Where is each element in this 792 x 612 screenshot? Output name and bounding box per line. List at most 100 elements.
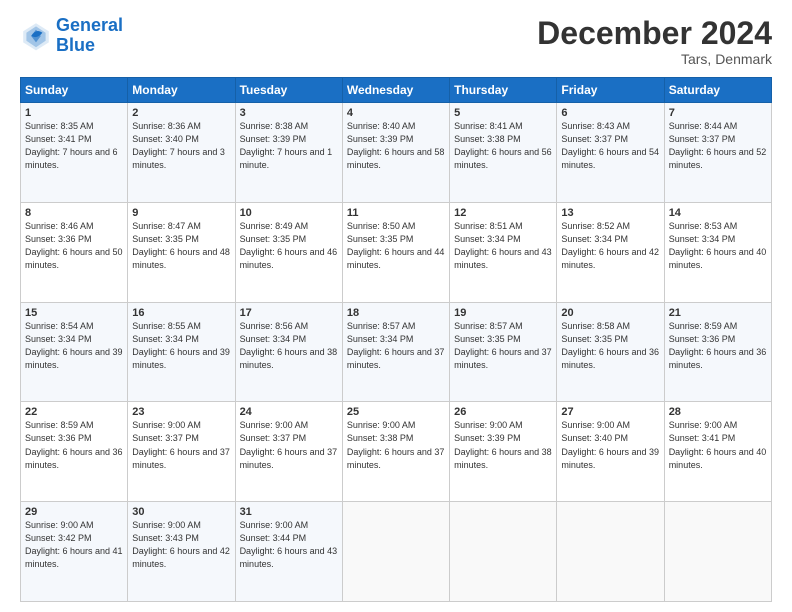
day-cell: 3Sunrise: 8:38 AM Sunset: 3:39 PM Daylig… (235, 103, 342, 203)
day-cell: 6Sunrise: 8:43 AM Sunset: 3:37 PM Daylig… (557, 103, 664, 203)
day-content: Sunrise: 8:49 AM Sunset: 3:35 PM Dayligh… (240, 220, 338, 272)
day-header-friday: Friday (557, 78, 664, 103)
day-cell: 4Sunrise: 8:40 AM Sunset: 3:39 PM Daylig… (342, 103, 449, 203)
day-number: 17 (240, 307, 338, 319)
day-number: 7 (669, 107, 767, 119)
day-number: 4 (347, 107, 445, 119)
day-number: 24 (240, 406, 338, 418)
day-cell (450, 502, 557, 602)
header: General Blue December 2024 Tars, Denmark (20, 16, 772, 67)
day-number: 11 (347, 207, 445, 219)
day-content: Sunrise: 8:50 AM Sunset: 3:35 PM Dayligh… (347, 220, 445, 272)
day-content: Sunrise: 8:58 AM Sunset: 3:35 PM Dayligh… (561, 320, 659, 372)
day-number: 8 (25, 207, 123, 219)
header-row: SundayMondayTuesdayWednesdayThursdayFrid… (21, 78, 772, 103)
day-content: Sunrise: 8:55 AM Sunset: 3:34 PM Dayligh… (132, 320, 230, 372)
day-content: Sunrise: 8:35 AM Sunset: 3:41 PM Dayligh… (25, 120, 123, 172)
day-header-thursday: Thursday (450, 78, 557, 103)
week-row-5: 29Sunrise: 9:00 AM Sunset: 3:42 PM Dayli… (21, 502, 772, 602)
day-number: 13 (561, 207, 659, 219)
day-number: 31 (240, 506, 338, 518)
day-cell: 24Sunrise: 9:00 AM Sunset: 3:37 PM Dayli… (235, 402, 342, 502)
logo-icon (20, 20, 52, 52)
day-cell: 16Sunrise: 8:55 AM Sunset: 3:34 PM Dayli… (128, 302, 235, 402)
day-number: 25 (347, 406, 445, 418)
day-content: Sunrise: 8:51 AM Sunset: 3:34 PM Dayligh… (454, 220, 552, 272)
calendar: SundayMondayTuesdayWednesdayThursdayFrid… (20, 77, 772, 602)
day-content: Sunrise: 9:00 AM Sunset: 3:41 PM Dayligh… (669, 419, 767, 471)
day-content: Sunrise: 9:00 AM Sunset: 3:44 PM Dayligh… (240, 519, 338, 571)
day-number: 28 (669, 406, 767, 418)
title-block: December 2024 Tars, Denmark (537, 16, 772, 67)
day-content: Sunrise: 9:00 AM Sunset: 3:39 PM Dayligh… (454, 419, 552, 471)
day-content: Sunrise: 8:36 AM Sunset: 3:40 PM Dayligh… (132, 120, 230, 172)
day-content: Sunrise: 8:57 AM Sunset: 3:34 PM Dayligh… (347, 320, 445, 372)
day-cell: 30Sunrise: 9:00 AM Sunset: 3:43 PM Dayli… (128, 502, 235, 602)
day-number: 14 (669, 207, 767, 219)
day-content: Sunrise: 9:00 AM Sunset: 3:42 PM Dayligh… (25, 519, 123, 571)
day-number: 6 (561, 107, 659, 119)
day-cell: 14Sunrise: 8:53 AM Sunset: 3:34 PM Dayli… (664, 202, 771, 302)
day-cell: 22Sunrise: 8:59 AM Sunset: 3:36 PM Dayli… (21, 402, 128, 502)
subtitle: Tars, Denmark (537, 51, 772, 67)
day-cell: 2Sunrise: 8:36 AM Sunset: 3:40 PM Daylig… (128, 103, 235, 203)
day-cell: 25Sunrise: 9:00 AM Sunset: 3:38 PM Dayli… (342, 402, 449, 502)
day-content: Sunrise: 8:59 AM Sunset: 3:36 PM Dayligh… (669, 320, 767, 372)
day-number: 22 (25, 406, 123, 418)
day-cell: 7Sunrise: 8:44 AM Sunset: 3:37 PM Daylig… (664, 103, 771, 203)
day-content: Sunrise: 9:00 AM Sunset: 3:37 PM Dayligh… (240, 419, 338, 471)
day-content: Sunrise: 8:52 AM Sunset: 3:34 PM Dayligh… (561, 220, 659, 272)
day-cell: 21Sunrise: 8:59 AM Sunset: 3:36 PM Dayli… (664, 302, 771, 402)
day-number: 10 (240, 207, 338, 219)
logo-line1: General (56, 15, 123, 35)
day-number: 12 (454, 207, 552, 219)
day-number: 27 (561, 406, 659, 418)
day-cell: 15Sunrise: 8:54 AM Sunset: 3:34 PM Dayli… (21, 302, 128, 402)
day-cell: 23Sunrise: 9:00 AM Sunset: 3:37 PM Dayli… (128, 402, 235, 502)
day-number: 5 (454, 107, 552, 119)
day-cell: 13Sunrise: 8:52 AM Sunset: 3:34 PM Dayli… (557, 202, 664, 302)
day-cell (664, 502, 771, 602)
day-number: 18 (347, 307, 445, 319)
week-row-4: 22Sunrise: 8:59 AM Sunset: 3:36 PM Dayli… (21, 402, 772, 502)
week-row-2: 8Sunrise: 8:46 AM Sunset: 3:36 PM Daylig… (21, 202, 772, 302)
day-cell: 17Sunrise: 8:56 AM Sunset: 3:34 PM Dayli… (235, 302, 342, 402)
page: General Blue December 2024 Tars, Denmark… (0, 0, 792, 612)
day-cell: 26Sunrise: 9:00 AM Sunset: 3:39 PM Dayli… (450, 402, 557, 502)
day-header-tuesday: Tuesday (235, 78, 342, 103)
day-content: Sunrise: 8:47 AM Sunset: 3:35 PM Dayligh… (132, 220, 230, 272)
day-cell: 29Sunrise: 9:00 AM Sunset: 3:42 PM Dayli… (21, 502, 128, 602)
day-cell: 10Sunrise: 8:49 AM Sunset: 3:35 PM Dayli… (235, 202, 342, 302)
day-cell: 18Sunrise: 8:57 AM Sunset: 3:34 PM Dayli… (342, 302, 449, 402)
day-header-saturday: Saturday (664, 78, 771, 103)
logo-text: General Blue (56, 16, 123, 56)
day-content: Sunrise: 8:57 AM Sunset: 3:35 PM Dayligh… (454, 320, 552, 372)
day-cell: 20Sunrise: 8:58 AM Sunset: 3:35 PM Dayli… (557, 302, 664, 402)
week-row-1: 1Sunrise: 8:35 AM Sunset: 3:41 PM Daylig… (21, 103, 772, 203)
logo: General Blue (20, 16, 123, 56)
day-cell: 19Sunrise: 8:57 AM Sunset: 3:35 PM Dayli… (450, 302, 557, 402)
day-number: 26 (454, 406, 552, 418)
day-content: Sunrise: 8:44 AM Sunset: 3:37 PM Dayligh… (669, 120, 767, 172)
day-content: Sunrise: 8:46 AM Sunset: 3:36 PM Dayligh… (25, 220, 123, 272)
day-number: 30 (132, 506, 230, 518)
day-content: Sunrise: 9:00 AM Sunset: 3:38 PM Dayligh… (347, 419, 445, 471)
day-number: 21 (669, 307, 767, 319)
day-content: Sunrise: 8:53 AM Sunset: 3:34 PM Dayligh… (669, 220, 767, 272)
day-number: 9 (132, 207, 230, 219)
day-content: Sunrise: 8:43 AM Sunset: 3:37 PM Dayligh… (561, 120, 659, 172)
day-header-wednesday: Wednesday (342, 78, 449, 103)
day-cell: 28Sunrise: 9:00 AM Sunset: 3:41 PM Dayli… (664, 402, 771, 502)
day-content: Sunrise: 9:00 AM Sunset: 3:43 PM Dayligh… (132, 519, 230, 571)
day-header-monday: Monday (128, 78, 235, 103)
day-cell (557, 502, 664, 602)
week-row-3: 15Sunrise: 8:54 AM Sunset: 3:34 PM Dayli… (21, 302, 772, 402)
day-number: 20 (561, 307, 659, 319)
day-cell: 31Sunrise: 9:00 AM Sunset: 3:44 PM Dayli… (235, 502, 342, 602)
day-content: Sunrise: 8:40 AM Sunset: 3:39 PM Dayligh… (347, 120, 445, 172)
day-content: Sunrise: 8:41 AM Sunset: 3:38 PM Dayligh… (454, 120, 552, 172)
day-number: 3 (240, 107, 338, 119)
day-number: 15 (25, 307, 123, 319)
day-cell: 1Sunrise: 8:35 AM Sunset: 3:41 PM Daylig… (21, 103, 128, 203)
main-title: December 2024 (537, 16, 772, 51)
